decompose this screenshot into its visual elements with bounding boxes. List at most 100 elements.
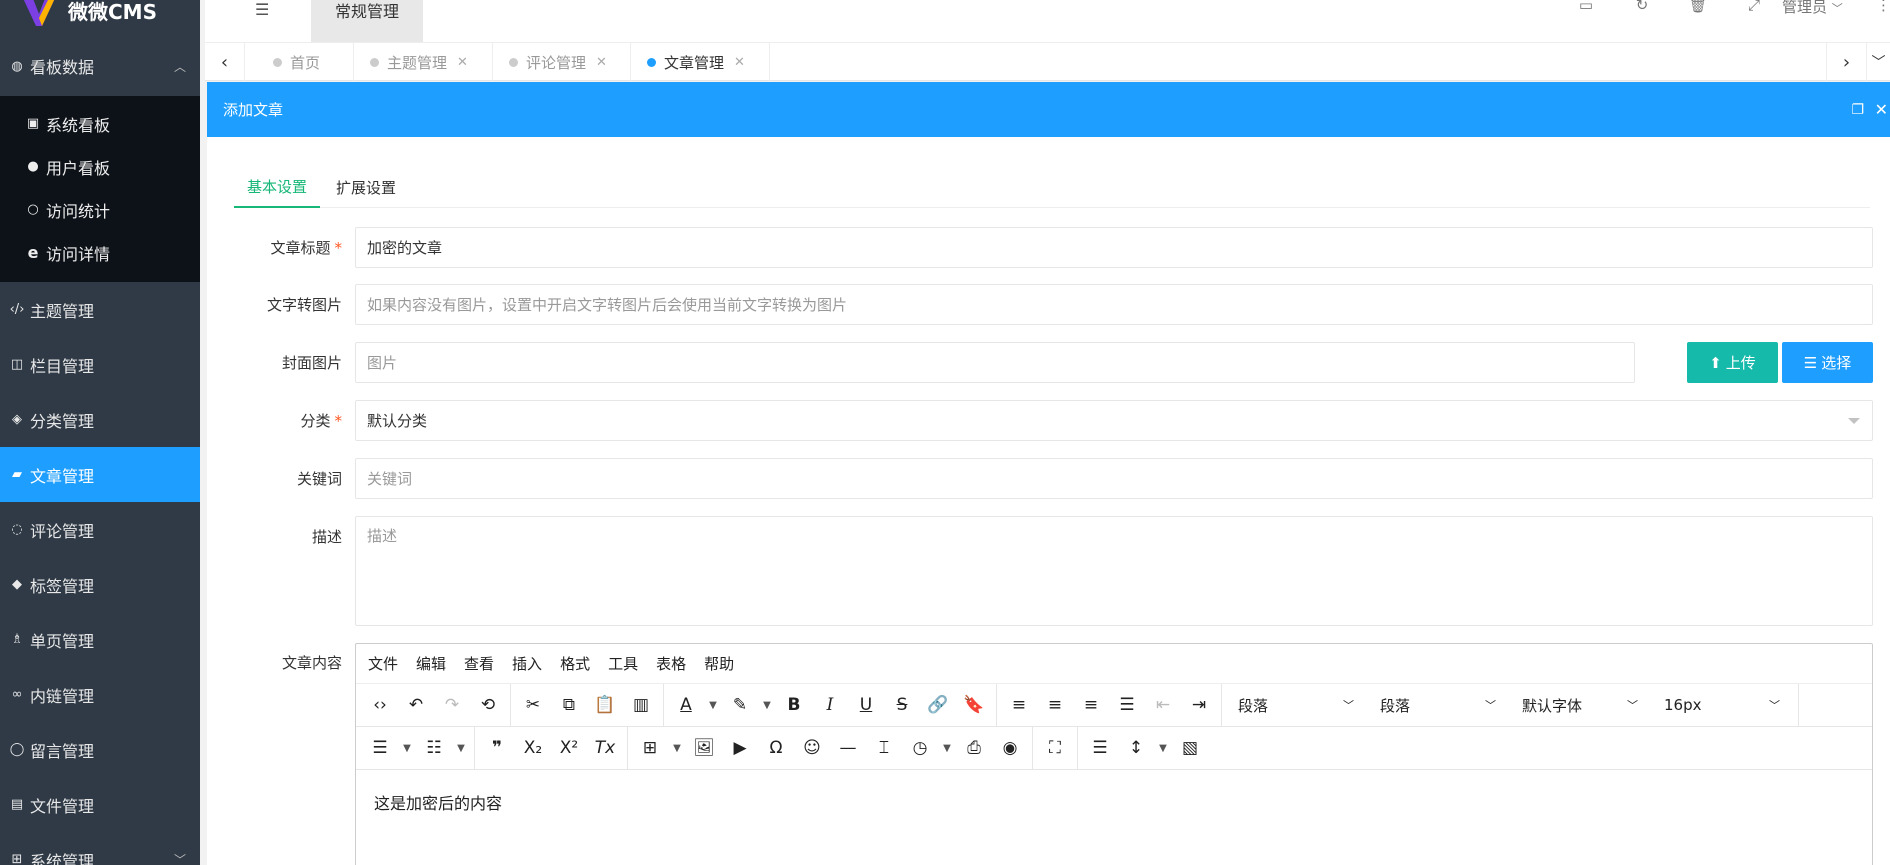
more-icon[interactable]: ⋮ — [1876, 0, 1890, 14]
sidebar-item-tags[interactable]: ◆ 标签管理 — [0, 557, 200, 612]
redo-icon[interactable]: ↷ — [434, 689, 470, 721]
paste-icon[interactable]: 📋 — [587, 689, 623, 721]
strikethrough-icon[interactable]: S — [884, 689, 920, 721]
paste-text-icon[interactable]: ▥ — [623, 689, 659, 721]
emoji-icon[interactable]: ☺ — [794, 732, 830, 764]
top-tab-general[interactable]: 常规管理 — [311, 0, 423, 42]
special-char-icon[interactable]: Ω — [758, 732, 794, 764]
clear-format-icon[interactable]: Tx — [587, 732, 623, 764]
image-icon[interactable]: 🖼 — [686, 732, 722, 764]
link-icon[interactable]: 🔗 — [920, 689, 956, 721]
tab-extended-settings[interactable]: 扩展设置 — [336, 167, 406, 208]
indent-icon[interactable]: ⇥ — [1181, 689, 1217, 721]
sidebar-item-visit-stats[interactable]: ○ 访问统计 — [0, 188, 200, 231]
tabs-prev-icon[interactable]: ‹ — [205, 43, 245, 81]
align-right-icon[interactable]: ≡ — [1073, 689, 1109, 721]
text2img-input[interactable]: 如果内容没有图片，设置中开启文字转图片后会使用当前文字转换为图片 — [355, 284, 1873, 325]
chevron-down-icon[interactable]: ▼ — [452, 732, 470, 764]
menu-fold-icon[interactable]: ☰ — [255, 0, 269, 19]
close-icon[interactable]: ✕ — [1875, 100, 1888, 119]
page-break-icon[interactable]: ⌶ — [866, 732, 902, 764]
maximize-icon[interactable]: ❐ — [1851, 102, 1864, 118]
chevron-down-icon[interactable]: ▼ — [758, 689, 776, 721]
clock-icon[interactable]: ◷ — [902, 732, 938, 764]
menu-format[interactable]: 格式 — [560, 653, 590, 674]
import-word-icon[interactable]: ▧ — [1172, 732, 1208, 764]
close-icon[interactable]: ✕ — [734, 55, 745, 70]
sidebar-item-messages[interactable]: ◯ 留言管理 — [0, 722, 200, 777]
sidebar-item-system-board[interactable]: ▣ 系统看板 — [0, 102, 200, 145]
trash-icon[interactable]: 🗑 — [1670, 0, 1726, 14]
tab-articles[interactable]: 文章管理 ✕ — [631, 43, 770, 81]
bookmark-icon[interactable]: 🔖 — [956, 689, 992, 721]
choose-button[interactable]: ☰ 选择 — [1782, 342, 1873, 383]
numbered-list-icon[interactable]: ☷ — [416, 732, 452, 764]
chevron-down-icon[interactable]: ▼ — [704, 689, 722, 721]
admin-menu[interactable]: 管理员 ﹀ — [1782, 0, 1876, 17]
chevron-down-icon[interactable]: ▼ — [668, 732, 686, 764]
tabs-next-icon[interactable]: › — [1826, 43, 1866, 81]
sidebar-item-system[interactable]: ⊞ 系统管理 ﹀ — [0, 832, 200, 865]
font-family-select[interactable]: 默认字体 ﹀ — [1510, 689, 1652, 721]
align-center-icon[interactable]: ≡ — [1037, 689, 1073, 721]
text-color-icon[interactable]: A — [668, 689, 704, 721]
sidebar-item-columns[interactable]: ◫ 栏目管理 — [0, 337, 200, 392]
table-icon[interactable]: ⊞ — [632, 732, 668, 764]
fullscreen-icon[interactable]: ⤢ — [1726, 0, 1782, 14]
paragraph-select[interactable]: 段落 ﹀ — [1368, 689, 1510, 721]
sidebar-item-pages[interactable]: ♗ 单页管理 — [0, 612, 200, 667]
sidebar-item-themes[interactable]: ‹/› 主题管理 — [0, 282, 200, 337]
category-select[interactable]: 默认分类 — [355, 400, 1873, 441]
menu-view[interactable]: 查看 — [464, 653, 494, 674]
bullet-list-icon[interactable]: ☰ — [362, 732, 398, 764]
tab-basic-settings[interactable]: 基本设置 — [234, 167, 320, 208]
align-justify-icon[interactable]: ☰ — [1109, 689, 1145, 721]
chevron-down-icon[interactable]: ▼ — [398, 732, 416, 764]
editor-content[interactable]: 这是加密后的内容 — [356, 770, 1872, 834]
media-icon[interactable]: ▶ — [722, 732, 758, 764]
tab-home[interactable]: 首页 — [245, 43, 354, 81]
font-size-select[interactable]: 16px ﹀ — [1652, 689, 1794, 721]
menu-help[interactable]: 帮助 — [704, 653, 734, 674]
keywords-input[interactable]: 关键词 — [355, 458, 1873, 499]
sidebar-item-comments[interactable]: ◌ 评论管理 — [0, 502, 200, 557]
sidebar-item-articles[interactable]: ▰ 文章管理 — [0, 447, 200, 502]
subscript-icon[interactable]: X₂ — [515, 732, 551, 764]
superscript-icon[interactable]: X² — [551, 732, 587, 764]
print-icon[interactable]: ⎙ — [956, 732, 992, 764]
preview-icon[interactable]: ◉ — [992, 732, 1028, 764]
menu-edit[interactable]: 编辑 — [416, 653, 446, 674]
source-code-icon[interactable]: ‹› — [362, 689, 398, 721]
title-input[interactable]: 加密的文章 — [355, 227, 1873, 268]
refresh-icon[interactable]: ↻ — [1614, 0, 1670, 14]
history-icon[interactable]: ⟲ — [470, 689, 506, 721]
menu-group-dashboard[interactable]: ◍ 看板数据 ︿ — [0, 36, 200, 96]
align-left-icon[interactable]: ≡ — [1001, 689, 1037, 721]
sidebar-item-files[interactable]: ▤ 文件管理 — [0, 777, 200, 832]
underline-icon[interactable]: U — [848, 689, 884, 721]
menu-table[interactable]: 表格 — [656, 653, 686, 674]
fullscreen-icon[interactable]: ⛶ — [1037, 732, 1073, 764]
sidebar-item-visit-detail[interactable]: e 访问详情 — [0, 231, 200, 274]
horizontal-rule-icon[interactable]: — — [830, 732, 866, 764]
close-icon[interactable]: ✕ — [457, 55, 468, 70]
cover-input[interactable]: 图片 — [355, 342, 1635, 383]
sidebar-item-links[interactable]: ∞ 内链管理 — [0, 667, 200, 722]
blockquote-icon[interactable]: ❞ — [479, 732, 515, 764]
tab-comments[interactable]: 评论管理 ✕ — [493, 43, 631, 81]
sidebar-item-user-board[interactable]: ● 用户看板 — [0, 145, 200, 188]
italic-icon[interactable]: I — [812, 689, 848, 721]
close-icon[interactable]: ✕ — [596, 55, 607, 70]
chevron-down-icon[interactable]: ▼ — [1154, 732, 1172, 764]
outdent-icon[interactable]: ⇤ — [1145, 689, 1181, 721]
block-format-select[interactable]: 段落 ﹀ — [1226, 689, 1368, 721]
tab-themes[interactable]: 主题管理 ✕ — [354, 43, 493, 81]
sidebar-item-categories[interactable]: ◈ 分类管理 — [0, 392, 200, 447]
upload-button[interactable]: ⬆ 上传 — [1687, 342, 1778, 383]
tabs-dropdown-icon[interactable]: ﹀ — [1866, 43, 1890, 81]
menu-tools[interactable]: 工具 — [608, 653, 638, 674]
monitor-icon[interactable]: ▭ — [1558, 0, 1614, 14]
bold-icon[interactable]: B — [776, 689, 812, 721]
line-height-icon[interactable]: ☰ — [1082, 732, 1118, 764]
description-textarea[interactable]: 描述 — [355, 516, 1873, 626]
